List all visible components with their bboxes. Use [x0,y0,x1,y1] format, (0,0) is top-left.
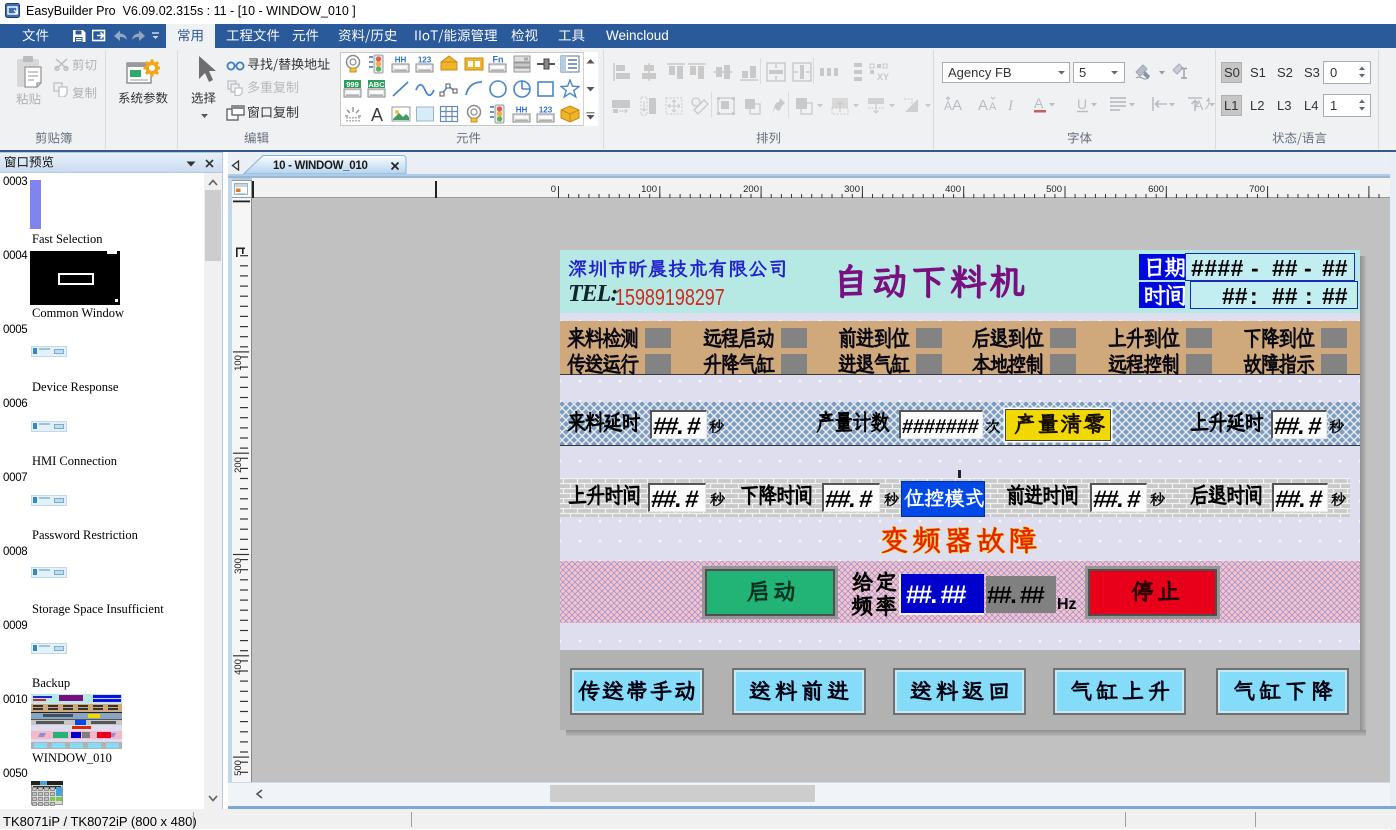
svg-text:100: 100 [641,184,657,195]
svg-text:XY: XY [877,72,889,82]
svg-text:400: 400 [233,659,244,675]
svg-text:999: 999 [346,80,359,89]
svg-text:A: A [989,101,997,113]
svg-text:I: I [1007,98,1014,114]
svg-text:A: A [371,105,383,124]
svg-text:U: U [1077,96,1087,112]
svg-text:A: A [952,97,962,114]
svg-text:A: A [944,99,952,113]
svg-text:A: A [1034,95,1044,111]
svg-text:300: 300 [233,558,244,574]
svg-text:0: 0 [551,184,556,195]
svg-text:600: 600 [1148,184,1164,195]
svg-text:Fn: Fn [492,55,503,65]
svg-text:123: 123 [418,56,432,65]
svg-text:HH: HH [515,106,527,115]
svg-text:500: 500 [1046,184,1062,195]
svg-text:A: A [978,97,988,114]
svg-text:300: 300 [844,184,860,195]
svg-text:200: 200 [233,457,244,473]
svg-text:123: 123 [539,106,553,115]
svg-text:ABC: ABC [368,80,385,89]
svg-text:200: 200 [743,184,759,195]
svg-text:100: 100 [233,355,244,371]
svg-text:HH: HH [395,56,407,65]
svg-text:400: 400 [945,184,961,195]
svg-text:700: 700 [1249,184,1265,195]
svg-text:A: A [1194,97,1204,113]
svg-text:500: 500 [233,760,244,776]
